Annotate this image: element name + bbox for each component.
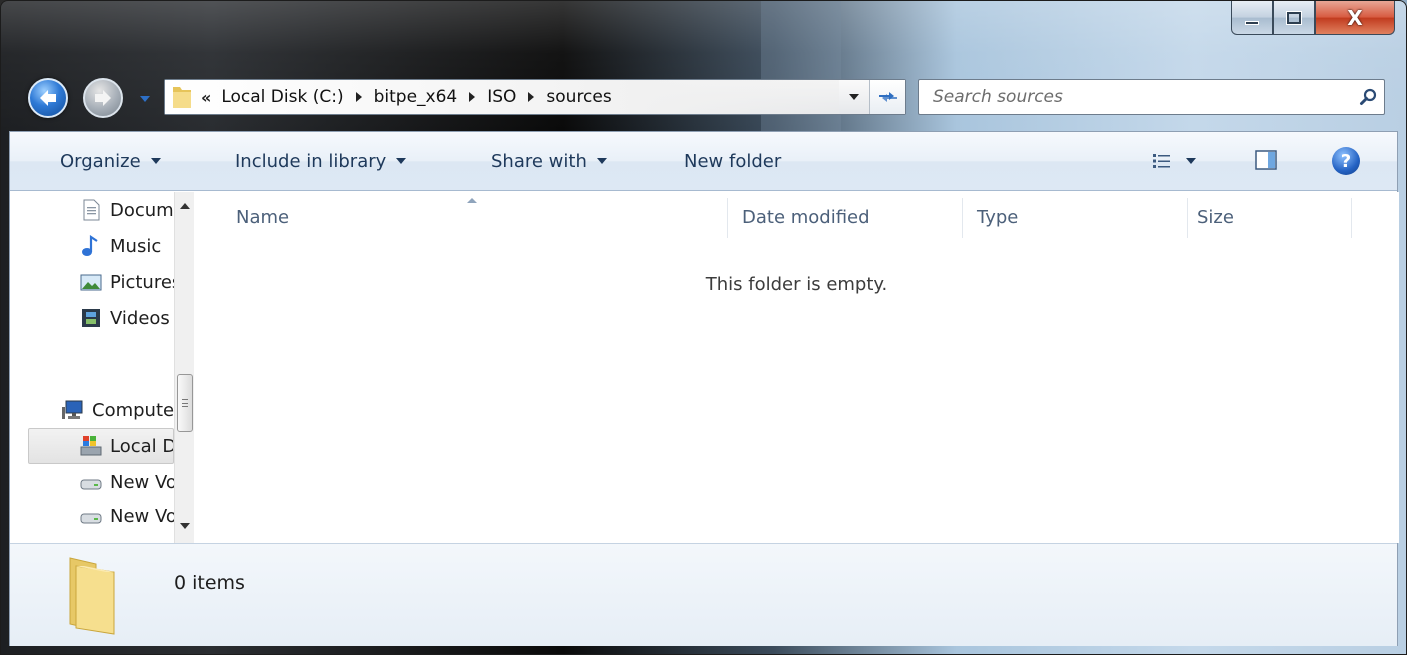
details-pane: 0 items <box>10 543 1397 646</box>
file-list[interactable]: Name Date modified Type Size This folder… <box>194 192 1399 543</box>
search-icon[interactable] <box>1354 82 1384 112</box>
pictures-icon <box>80 274 102 291</box>
chevron-down-icon <box>150 158 161 164</box>
include-in-library-button[interactable]: Include in library <box>235 132 407 190</box>
change-view-button[interactable] <box>1152 132 1196 190</box>
details-view-icon <box>1153 154 1170 168</box>
folder-icon <box>69 557 115 635</box>
nav-item-label: Local Disk (C:) <box>110 435 173 457</box>
maximize-icon <box>1287 11 1301 24</box>
drive-icon <box>80 513 102 524</box>
refresh-icon <box>878 92 897 102</box>
film-icon <box>82 309 100 327</box>
chevron-down-icon <box>849 94 859 100</box>
navigation-pane: Documents Music Pictures <box>10 192 194 543</box>
recent-pages-dropdown[interactable] <box>139 91 151 105</box>
breadcrumb: « Local Disk (C:) bitpe_x64 ISO sources <box>165 80 839 114</box>
minimize-icon <box>1245 20 1259 25</box>
column-divider[interactable] <box>1187 198 1188 238</box>
breadcrumb-sources[interactable]: sources <box>546 87 611 107</box>
document-icon <box>83 199 100 221</box>
nav-item-label: Pictures <box>110 271 182 293</box>
breadcrumb-overflow-button[interactable]: « <box>201 88 211 107</box>
organize-button[interactable]: Organize <box>60 132 161 190</box>
chevron-down-icon[interactable] <box>1186 158 1196 164</box>
nav-item-label: Music <box>110 235 162 257</box>
search-box[interactable] <box>918 79 1385 115</box>
chevron-down-icon <box>180 523 190 529</box>
minimize-button[interactable] <box>1231 1 1273 35</box>
scroll-thumb[interactable] <box>177 374 193 432</box>
column-divider[interactable] <box>962 198 963 238</box>
drive-icon <box>80 479 102 490</box>
column-divider[interactable] <box>1351 198 1352 238</box>
music-note-icon <box>82 235 98 256</box>
preview-pane-toggle[interactable] <box>1255 150 1277 170</box>
help-button[interactable]: ? <box>1332 147 1360 175</box>
explorer-window: X « Local Disk (C:) bitpe_x64 ISO source… <box>0 0 1407 655</box>
computer-icon <box>62 400 83 419</box>
explorer-client-area: Organize Include in library Share with N… <box>9 131 1399 646</box>
item-count: 0 items <box>174 572 245 594</box>
include-in-library-label: Include in library <box>235 150 387 172</box>
chevron-up-icon <box>180 203 190 209</box>
close-icon: X <box>1347 5 1363 30</box>
column-header-name[interactable]: Name <box>236 192 289 242</box>
help-icon: ? <box>1340 150 1352 172</box>
breadcrumb-local-disk[interactable]: Local Disk (C:) <box>221 87 343 107</box>
maximize-button[interactable] <box>1273 1 1315 35</box>
new-folder-label: New folder <box>684 150 782 172</box>
column-header-type[interactable]: Type <box>977 192 1018 242</box>
column-divider[interactable] <box>727 198 728 238</box>
caption-buttons: X <box>1231 1 1395 35</box>
breadcrumb-bitpe-x64[interactable]: bitpe_x64 <box>374 87 458 107</box>
grip-icon <box>182 399 188 407</box>
nav-item-local-disk[interactable]: Local Disk (C:) <box>28 428 174 464</box>
share-with-label: Share with <box>491 150 587 172</box>
navigation-bar: « Local Disk (C:) bitpe_x64 ISO sources <box>1 71 1406 123</box>
column-header-size[interactable]: Size <box>1197 192 1234 242</box>
refresh-button[interactable] <box>869 80 905 114</box>
address-history-dropdown[interactable] <box>839 80 869 114</box>
nav-item-label: Videos <box>110 307 170 329</box>
breadcrumb-separator-icon[interactable] <box>528 92 535 102</box>
share-with-button[interactable]: Share with <box>491 132 607 190</box>
command-bar: Organize Include in library Share with N… <box>10 132 1397 191</box>
windows-drive-icon <box>80 436 102 456</box>
folder-icon <box>173 87 191 108</box>
back-button[interactable] <box>28 78 68 118</box>
organize-label: Organize <box>60 150 141 172</box>
breadcrumb-iso[interactable]: ISO <box>487 87 516 107</box>
arrow-left-icon <box>40 90 56 106</box>
sort-ascending-icon <box>467 198 477 203</box>
nav-item-label: Computer <box>92 399 182 421</box>
chevron-down-icon <box>396 158 407 164</box>
column-header-date-modified[interactable]: Date modified <box>742 192 870 242</box>
address-bar[interactable]: « Local Disk (C:) bitpe_x64 ISO sources <box>164 79 906 115</box>
search-input[interactable] <box>919 87 1354 107</box>
scroll-down-button[interactable] <box>175 516 194 536</box>
breadcrumb-separator-icon[interactable] <box>469 92 476 102</box>
chevron-down-icon <box>596 158 607 164</box>
navpane-scrollbar[interactable] <box>174 192 194 543</box>
new-folder-button[interactable]: New folder <box>684 132 781 190</box>
breadcrumb-separator-icon[interactable] <box>355 92 362 102</box>
empty-folder-message: This folder is empty. <box>705 274 888 295</box>
close-button[interactable]: X <box>1315 1 1395 35</box>
scroll-up-button[interactable] <box>175 196 194 216</box>
forward-button[interactable] <box>83 78 123 118</box>
arrow-right-icon <box>95 90 111 106</box>
